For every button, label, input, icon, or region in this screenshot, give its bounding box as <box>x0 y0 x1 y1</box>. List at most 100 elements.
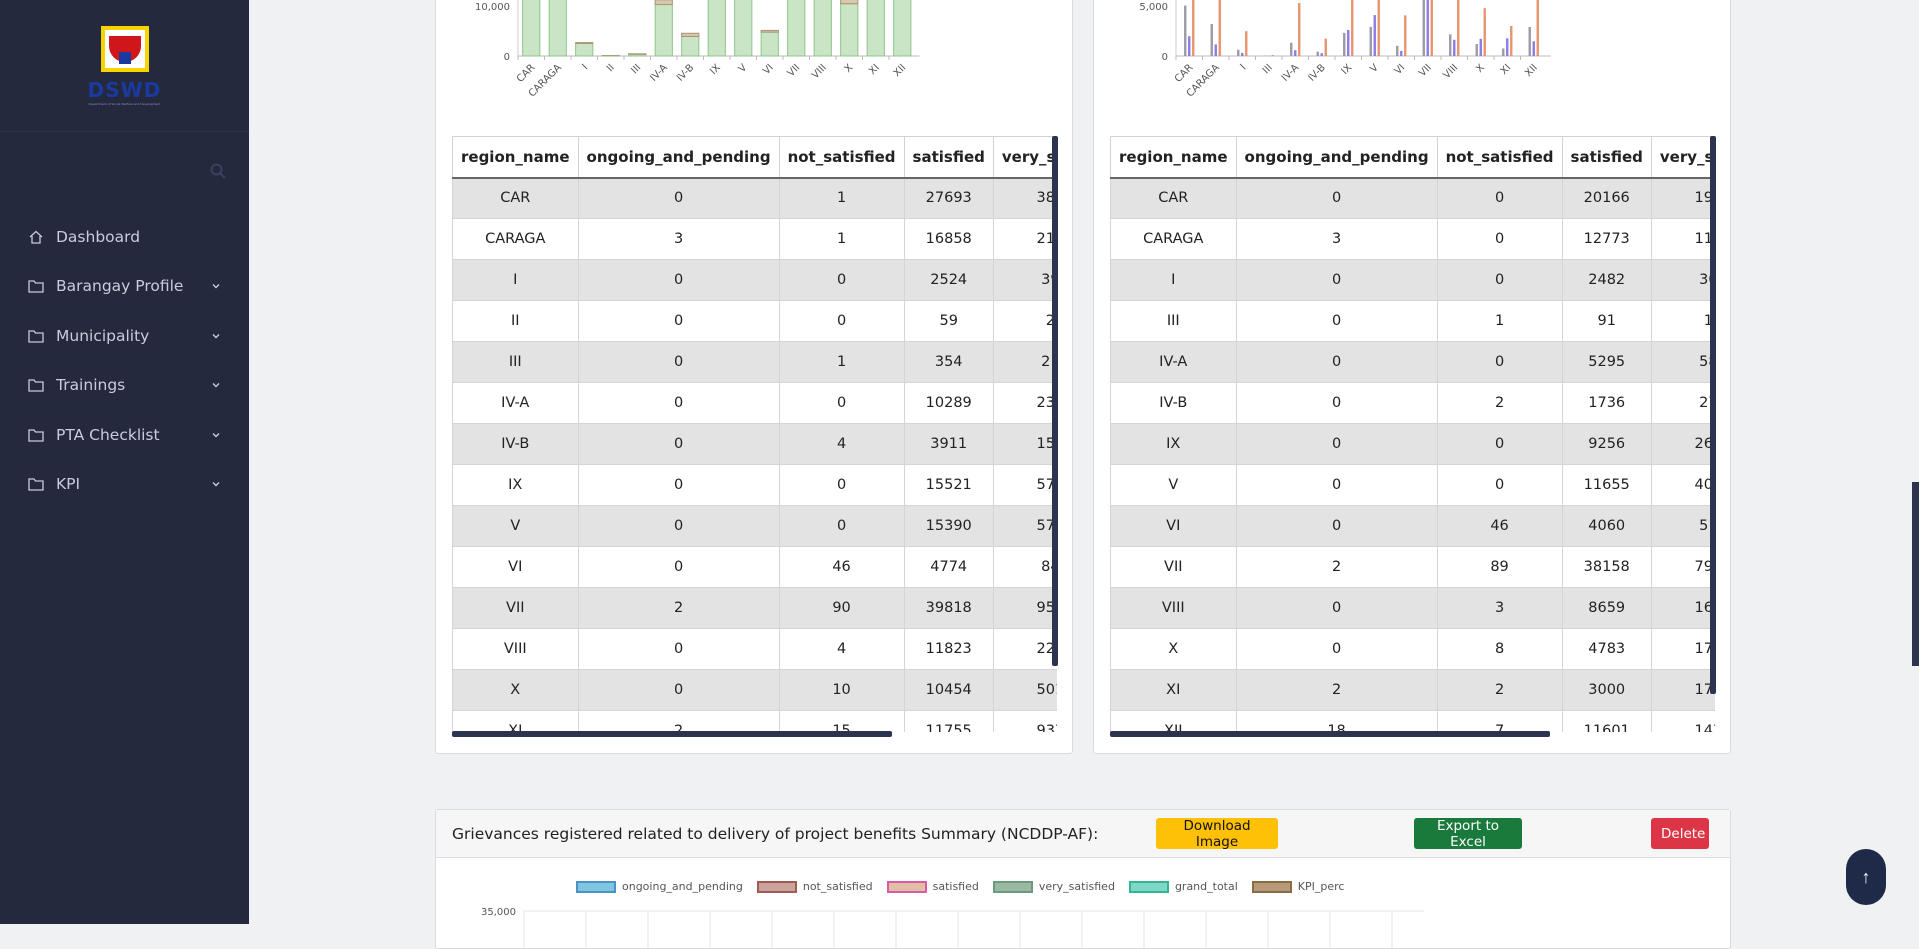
bar-very-satisfied[interactable] <box>761 30 778 32</box>
right-table-vscroll[interactable] <box>1710 136 1716 694</box>
bar-series-1[interactable] <box>1374 15 1376 56</box>
bar-series-2[interactable] <box>1325 39 1327 56</box>
column-header-not-satisfied[interactable]: not_satisfied <box>779 137 904 178</box>
bar-satisfied[interactable] <box>761 32 778 56</box>
table-cell: 5010 <box>993 670 1057 711</box>
bar-series-2[interactable] <box>1404 15 1406 56</box>
bar-series-0[interactable] <box>1370 27 1372 56</box>
bar-series-1[interactable] <box>1241 53 1243 56</box>
bar-satisfied[interactable] <box>682 36 699 56</box>
bar-series-1[interactable] <box>1453 40 1455 56</box>
page-scrollbar[interactable] <box>1912 482 1919 666</box>
bar-satisfied[interactable] <box>788 0 805 56</box>
bar-series-0[interactable] <box>1317 52 1319 56</box>
column-header-region-name[interactable]: region_name <box>1111 137 1237 178</box>
bar-series-1[interactable] <box>1321 53 1323 56</box>
bar-series-0[interactable] <box>1502 49 1504 57</box>
bar-very-satisfied[interactable] <box>682 33 699 36</box>
bar-series-1[interactable] <box>1533 41 1535 56</box>
bar-series-2[interactable] <box>1245 31 1247 56</box>
bar-satisfied[interactable] <box>867 0 884 56</box>
table-row: IX00155215755 <box>453 465 1058 506</box>
bar-series-2[interactable] <box>1272 55 1274 56</box>
download-image-button[interactable]: Download Image <box>1156 818 1278 849</box>
bar-satisfied[interactable] <box>735 0 752 56</box>
bar-series-0[interactable] <box>1396 46 1398 56</box>
right-table-hscroll[interactable] <box>1110 731 1550 737</box>
bar-series-1[interactable] <box>1506 38 1508 56</box>
table-cell: 8659 <box>1562 588 1651 629</box>
export-excel-button[interactable]: Export to Excel <box>1414 818 1522 849</box>
bar-satisfied[interactable] <box>841 4 858 56</box>
bar-series-0[interactable] <box>1529 27 1531 56</box>
bar-satisfied[interactable] <box>523 0 540 56</box>
table-cell: I <box>1111 260 1237 301</box>
bar-series-1[interactable] <box>1400 51 1402 56</box>
bar-series-1[interactable] <box>1188 36 1190 56</box>
column-header-very-satisfie[interactable]: very_satisfie <box>993 137 1057 178</box>
bar-series-1[interactable] <box>1294 50 1296 56</box>
bar-satisfied[interactable] <box>655 5 672 56</box>
column-header-satisfied[interactable]: satisfied <box>1562 137 1651 178</box>
bar-series-0[interactable] <box>1211 24 1213 56</box>
bar-series-1[interactable] <box>1427 0 1429 56</box>
table-row: XII187116011470 <box>1111 711 1716 733</box>
bar-satisfied[interactable] <box>894 0 911 56</box>
bar-series-0[interactable] <box>1449 34 1451 56</box>
bar-series-0[interactable] <box>1184 6 1186 56</box>
sidebar-item-municipality[interactable]: Municipality <box>0 311 249 361</box>
column-header-not-satisfied[interactable]: not_satisfied <box>1437 137 1562 178</box>
bar-series-1[interactable] <box>1480 39 1482 56</box>
column-header-very-satisfie[interactable]: very_satisfie <box>1651 137 1715 178</box>
column-header-ongoing-and-pending[interactable]: ongoing_and_pending <box>1236 137 1437 178</box>
sidebar-item-dashboard[interactable]: Dashboard <box>0 212 249 262</box>
bar-very-satisfied[interactable] <box>576 43 593 44</box>
table-row: X010104545010 <box>453 670 1058 711</box>
table-cell: VI <box>453 547 579 588</box>
bar-satisfied[interactable] <box>814 0 831 56</box>
column-header-region-name[interactable]: region_name <box>453 137 579 178</box>
search-input[interactable] <box>26 158 227 184</box>
bar-series-2[interactable] <box>1378 0 1380 56</box>
bar-very-satisfied[interactable] <box>841 0 858 4</box>
bar-series-1[interactable] <box>1347 30 1349 56</box>
bar-series-2[interactable] <box>1219 0 1221 56</box>
bar-series-2[interactable] <box>1510 26 1512 56</box>
bar-series-0[interactable] <box>1237 50 1239 56</box>
dswd-logo[interactable]: DSWD Department of Social Welfare and De… <box>83 24 167 108</box>
search-icon[interactable] <box>209 162 227 180</box>
table-row: CARAGA30127731157 <box>1111 219 1716 260</box>
bar-series-2[interactable] <box>1484 8 1486 56</box>
bar-series-0[interactable] <box>1290 43 1292 56</box>
sidebar-item-kpi[interactable]: KPI <box>0 460 249 510</box>
bar-series-0[interactable] <box>1476 44 1478 56</box>
table-cell: 2 <box>578 711 779 733</box>
table-cell: 2 <box>1236 547 1437 588</box>
table-cell: 0 <box>578 629 779 670</box>
bar-series-2[interactable] <box>1431 0 1433 56</box>
bar-series-0[interactable] <box>1423 0 1425 56</box>
table-row: V00153905733 <box>453 506 1058 547</box>
bar-very-satisfied[interactable] <box>655 0 672 5</box>
sidebar-item-barangay-profile[interactable]: Barangay Profile <box>0 262 249 312</box>
left-table-vscroll[interactable] <box>1052 136 1058 666</box>
delete-button[interactable]: Delete <box>1651 818 1709 849</box>
sidebar-item-pta-checklist[interactable]: PTA Checklist <box>0 410 249 460</box>
scroll-to-top-button[interactable]: ↑ <box>1846 849 1886 905</box>
bar-series-1[interactable] <box>1215 44 1217 56</box>
left-table-hscroll[interactable] <box>452 731 892 737</box>
bar-satisfied[interactable] <box>576 43 593 56</box>
bar-satisfied[interactable] <box>708 0 725 56</box>
table-row: XI2230001769 <box>1111 670 1716 711</box>
column-header-ongoing-and-pending[interactable]: ongoing_and_pending <box>578 137 779 178</box>
bar-series-2[interactable] <box>1537 0 1539 56</box>
column-header-satisfied[interactable]: satisfied <box>904 137 993 178</box>
bar-series-2[interactable] <box>1351 0 1353 56</box>
bar-series-2[interactable] <box>1298 3 1300 56</box>
bar-series-0[interactable] <box>1343 33 1345 56</box>
bar-series-2[interactable] <box>1192 0 1194 56</box>
sidebar-item-trainings[interactable]: Trainings <box>0 361 249 411</box>
bar-series-2[interactable] <box>1457 0 1459 56</box>
bar-satisfied[interactable] <box>549 0 566 56</box>
table-cell: 14 <box>1651 301 1715 342</box>
